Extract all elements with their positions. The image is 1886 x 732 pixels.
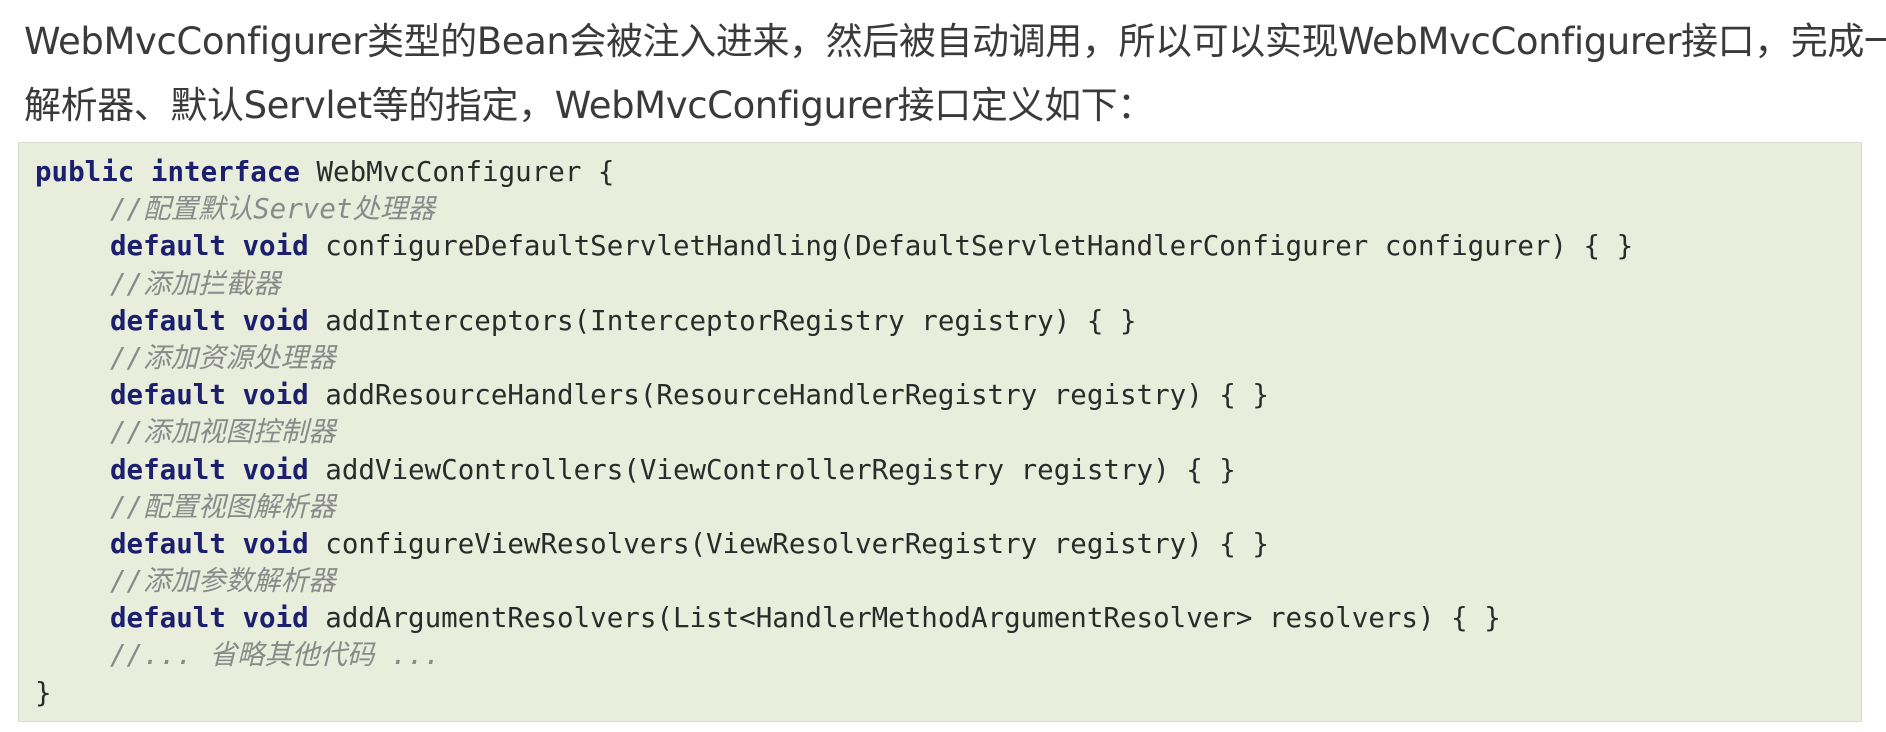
paragraph-line-1: WebMvcConfigurer类型的Bean会被注入进来，然后被自动调用，所以… [24, 20, 1886, 63]
keyword-void: void [242, 379, 309, 412]
method-signature: configureViewResolvers(ViewResolverRegis… [308, 527, 1269, 560]
keyword-default: default [110, 230, 226, 263]
intro-paragraph: WebMvcConfigurer类型的Bean会被注入进来，然后被自动调用，所以… [24, 0, 1886, 138]
code-comment: //添加拦截器 [110, 267, 281, 300]
method-signature: addArgumentResolvers(List<HandlerMethodA… [308, 602, 1501, 635]
keyword-default: default [110, 602, 226, 635]
method-declaration: default void configureViewResolvers(View… [35, 526, 1861, 563]
method-signature: addResourceHandlers(ResourceHandlerRegis… [308, 379, 1269, 412]
keyword-void: void [242, 602, 309, 635]
code-comment: //添加资源处理器 [110, 341, 336, 374]
interface-declaration: public interface WebMvcConfigurer { [35, 154, 1861, 191]
keyword-interface: interface [150, 156, 300, 188]
keyword-public: public [35, 156, 135, 188]
method-declaration: default void addViewControllers(ViewCont… [35, 452, 1861, 489]
code-block: public interface WebMvcConfigurer { //配置… [18, 142, 1862, 722]
interface-name: WebMvcConfigurer { [299, 156, 615, 188]
method-declaration: default void addResourceHandlers(Resourc… [35, 377, 1861, 414]
keyword-default: default [110, 527, 226, 560]
code-comment: //添加参数解析器 [110, 565, 336, 598]
code-comment: //配置默认Servet处理器 [110, 193, 435, 226]
code-comment: //添加视图控制器 [110, 416, 336, 449]
article-content: WebMvcConfigurer类型的Bean会被注入进来，然后被自动调用，所以… [18, 0, 1886, 722]
method-declaration: default void configureDefaultServletHand… [35, 228, 1861, 265]
method-signature: configureDefaultServletHandling(DefaultS… [308, 230, 1634, 263]
method-declaration: default void addInterceptors(Interceptor… [35, 303, 1861, 340]
keyword-default: default [110, 379, 226, 412]
method-signature: addViewControllers(ViewControllerRegistr… [308, 453, 1236, 486]
code-comment: //... 省略其他代码 ... [110, 639, 441, 672]
code-comment: //配置视图解析器 [110, 490, 336, 523]
keyword-void: void [242, 304, 309, 337]
keyword-default: default [110, 304, 226, 337]
closing-brace: } [35, 676, 52, 709]
keyword-void: void [242, 453, 309, 486]
keyword-void: void [242, 230, 309, 263]
keyword-void: void [242, 527, 309, 560]
paragraph-line-2: 解析器、默认Servlet等的指定，WebMvcConfigurer接口定义如下… [24, 84, 1154, 127]
method-signature: addInterceptors(InterceptorRegistry regi… [308, 304, 1137, 337]
method-declaration: default void addArgumentResolvers(List<H… [35, 600, 1861, 637]
keyword-default: default [110, 453, 226, 486]
